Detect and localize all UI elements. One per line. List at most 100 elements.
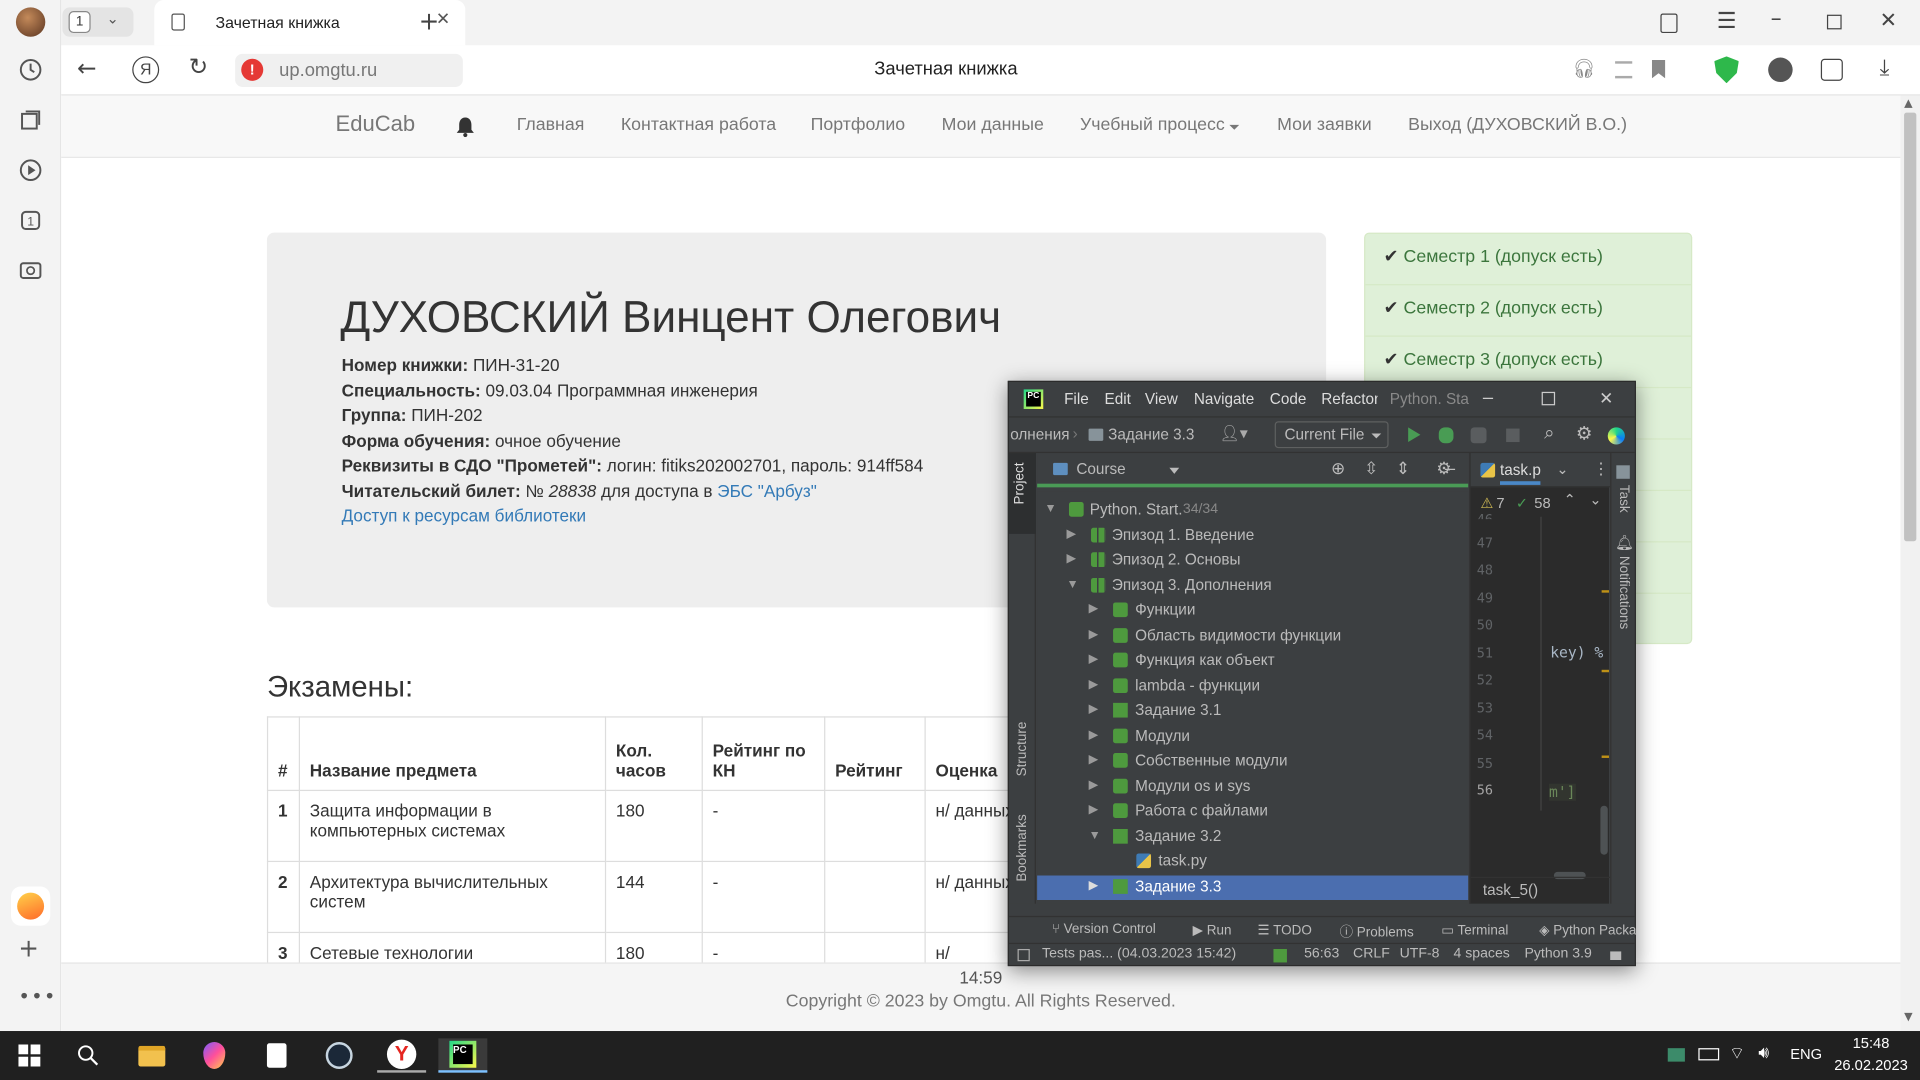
tree-item[interactable]: ▶ Эпизод 2. Основы <box>1037 549 1468 573</box>
tree-item[interactable]: ▶ Собственные модули <box>1037 749 1468 773</box>
indent-setting[interactable]: 4 spaces <box>1453 947 1509 962</box>
breadcrumb-folder[interactable]: олнения <box>1010 426 1069 443</box>
pycharm-minimize-icon[interactable]: – <box>1483 387 1493 408</box>
yandex-icon[interactable]: Я <box>132 56 160 84</box>
nav-link-my-data[interactable]: Мои данные <box>942 115 1044 135</box>
url-field[interactable]: ! up.omgtu.ru <box>235 53 463 87</box>
bell-icon[interactable] <box>456 116 476 138</box>
tray-app-icon[interactable] <box>1667 1048 1685 1062</box>
history-icon[interactable] <box>15 54 47 86</box>
notifications-bell-icon[interactable]: 🔔︎ <box>1615 534 1634 551</box>
problems-tab[interactable]: ⓘ Problems <box>1340 922 1414 942</box>
python-packages-tab[interactable]: ◈ Python Packa <box>1539 922 1636 938</box>
maximize-icon[interactable] <box>1826 14 1842 30</box>
pycharm-taskbar-icon[interactable]: PC <box>438 1038 488 1073</box>
scroll-down-icon[interactable]: ▼ <box>1904 1011 1912 1023</box>
window-close-icon[interactable]: ✕ <box>1880 9 1897 33</box>
taskbar-search-icon[interactable] <box>64 1038 113 1072</box>
check-count-icon[interactable]: ✓ <box>1516 495 1528 512</box>
tree-item[interactable]: ▼ Эпизод 3. Дополнения <box>1037 574 1468 598</box>
library-resources-link[interactable]: Доступ к ресурсам библиотеки <box>342 506 586 526</box>
tree-item[interactable]: ▶ Задание 3.1 <box>1037 699 1468 723</box>
menu-icon[interactable]: ☰ <box>1717 9 1737 35</box>
project-tool-tab[interactable]: Project <box>1008 453 1036 534</box>
add-panel-icon[interactable]: + <box>18 933 39 962</box>
taskbar-time[interactable]: 15:48 <box>1837 1035 1906 1052</box>
more-icon[interactable]: ••• <box>18 984 56 1007</box>
menu-file[interactable]: File <box>1064 391 1089 408</box>
search-icon[interactable]: ⌕ <box>1544 422 1554 443</box>
notepad-icon[interactable] <box>252 1038 301 1072</box>
warning-count-icon[interactable]: ⚠ <box>1480 495 1493 512</box>
hide-panel-icon[interactable]: – <box>1445 458 1455 479</box>
download-icon[interactable]: ⤓ <box>1880 55 1890 81</box>
settings-icon[interactable]: ⚙ <box>1576 422 1592 445</box>
semester-item[interactable]: ✔ Семестр 2 (допуск есть) <box>1365 285 1692 337</box>
code-line[interactable]: m'] <box>1548 783 1576 801</box>
tree-item[interactable]: ▶ Эпизод 1. Введение <box>1037 524 1468 548</box>
start-icon[interactable] <box>5 1038 54 1072</box>
menu-code[interactable]: Code <box>1270 391 1307 408</box>
coverage-icon[interactable] <box>1470 427 1487 444</box>
tab-counter[interactable]: 1 ⌄ <box>62 7 134 37</box>
nav-link-home[interactable]: Главная <box>517 115 585 135</box>
plugin-icon[interactable] <box>1607 427 1625 445</box>
back-icon[interactable]: ← <box>77 55 96 82</box>
tree-item[interactable]: ▶ Работа с файлами <box>1037 800 1468 824</box>
menu-refactor[interactable]: Refactor <box>1321 391 1377 408</box>
tree-item-root[interactable]: ▼ Python. Start. 34/34 <box>1037 498 1468 522</box>
task-tool-label[interactable]: Task <box>1616 485 1631 513</box>
semester-item[interactable]: ✔ Семестр 1 (допуск есть) <box>1365 234 1692 286</box>
task-tool-icon[interactable] <box>1616 465 1630 479</box>
scroll-thumb[interactable] <box>1904 112 1917 542</box>
pycharm-maximize-icon[interactable] <box>1541 391 1556 406</box>
course-caret-icon[interactable] <box>1169 467 1180 474</box>
tree-item[interactable]: ▶ Область видимости функции <box>1037 624 1468 648</box>
course-progress-icon[interactable] <box>1273 948 1287 963</box>
minimize-icon[interactable]: – <box>1771 6 1782 32</box>
alice-icon[interactable] <box>11 886 51 926</box>
terminal-tab[interactable]: ▭ Terminal <box>1441 922 1508 938</box>
run-icon[interactable] <box>1408 427 1421 443</box>
locate-icon[interactable]: ⊕ <box>1331 458 1345 479</box>
menu-navigate[interactable]: Navigate <box>1194 391 1254 408</box>
editor-scroll-thumb[interactable] <box>1600 805 1608 855</box>
protect-shield-icon[interactable] <box>1714 56 1739 84</box>
tab-group-icon[interactable]: 1 <box>15 204 47 236</box>
profile-avatar[interactable] <box>15 7 46 37</box>
version-control-tab[interactable]: ⑂ Version Control <box>1052 922 1156 937</box>
breadcrumb-task[interactable]: Задание 3.3 <box>1108 426 1194 443</box>
editor-tab[interactable]: task.p ⌄ ⋮ <box>1470 453 1611 488</box>
function-breadcrumb[interactable]: task_5() <box>1483 882 1538 899</box>
vpn-icon[interactable] <box>1768 57 1793 83</box>
editor-more-icon[interactable]: ⋮ <box>1593 459 1609 479</box>
pycharm-close-icon[interactable]: ✕ <box>1599 388 1613 409</box>
menu-view[interactable]: View <box>1145 391 1178 408</box>
bookmarks-tool-label[interactable]: Bookmarks <box>1015 814 1030 881</box>
expand-all-icon[interactable]: ⇳ <box>1364 458 1378 479</box>
reload-icon[interactable]: ↻ <box>189 54 208 81</box>
nav-link-my-requests[interactable]: Мои заявки <box>1277 115 1371 135</box>
input-language[interactable]: ENG <box>1790 1046 1822 1063</box>
steam-icon[interactable] <box>315 1038 364 1072</box>
warning-icon[interactable]: ! <box>241 58 264 81</box>
notifications-tool-label[interactable]: Notifications <box>1616 556 1631 629</box>
battery-icon[interactable] <box>1698 1048 1720 1061</box>
nav-link-logout[interactable]: Выход (ДУХОВСКИЙ В.О.) <box>1408 115 1627 135</box>
lock-icon[interactable] <box>1610 951 1622 961</box>
maps-pin-icon[interactable] <box>190 1038 239 1072</box>
structure-tool-label[interactable]: Structure <box>1015 722 1030 777</box>
nav-link-portfolio[interactable]: Портфолио <box>811 115 906 135</box>
menu-edit[interactable]: Edit <box>1104 391 1130 408</box>
next-highlight-icon[interactable]: ⌄ <box>1589 491 1601 508</box>
test-status[interactable]: Tests pas... (04.03.2023 15:42) <box>1042 947 1236 962</box>
tree-item[interactable]: ▶ Функция как объект <box>1037 649 1468 673</box>
tree-item[interactable]: ▼ Задание 3.2 <box>1037 825 1468 849</box>
tree-item[interactable]: ▶ Функции <box>1037 599 1468 623</box>
headphones-icon[interactable]: 🎧︎ <box>1572 58 1595 80</box>
page-scrollbar[interactable]: ▲ ▼ <box>1900 95 1920 1032</box>
file-encoding[interactable]: UTF-8 <box>1400 947 1440 962</box>
extensions-icon[interactable] <box>1820 58 1843 81</box>
stop-icon[interactable] <box>1506 428 1520 443</box>
status-toggle-icon[interactable] <box>1017 948 1030 962</box>
